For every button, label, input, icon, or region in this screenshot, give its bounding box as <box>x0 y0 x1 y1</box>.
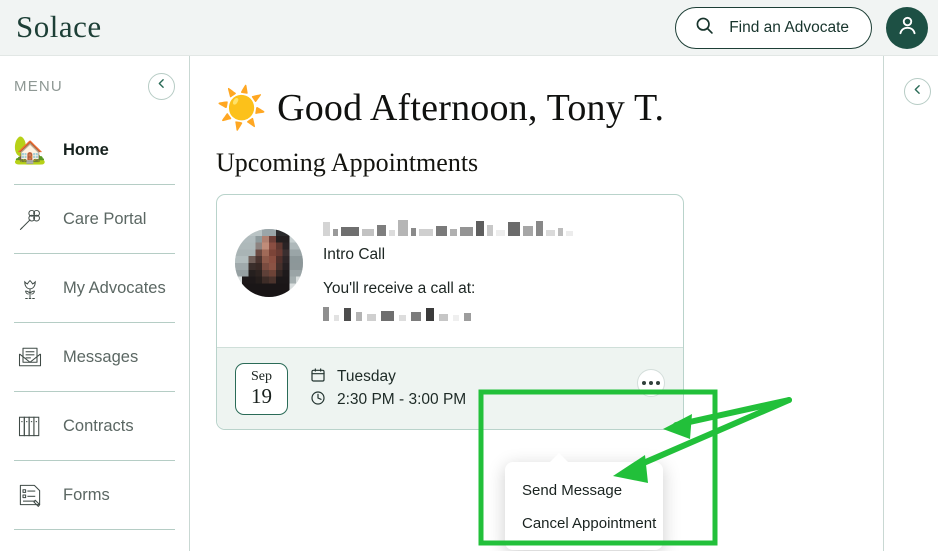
appointment-call-note: You'll receive a call at: <box>323 280 476 297</box>
appointment-type: Intro Call <box>323 246 386 263</box>
sun-icon: ☀️ <box>216 84 268 131</box>
appointment-card: Intro Call You'll receive a call at: Sep… <box>216 194 684 430</box>
calendar-icon <box>310 367 326 388</box>
house-icon: 🏡 <box>13 134 47 165</box>
chevron-left-icon <box>911 83 924 101</box>
time-row: 2:30 PM - 3:00 PM <box>310 389 466 412</box>
sidebar-item-label: Care Portal <box>63 209 147 228</box>
sidebar-item-home[interactable]: 🏡 Home <box>13 116 175 185</box>
date-month: Sep <box>251 368 272 384</box>
sidebar-item-contracts[interactable]: Contracts <box>14 392 175 461</box>
menu-item-cancel-appointment[interactable]: Cancel Appointment <box>505 507 663 540</box>
menu-caret-icon <box>549 453 569 463</box>
appointment-details: Intro Call You'll receive a call at: <box>217 195 683 347</box>
menu-item-send-message[interactable]: Send Message <box>505 474 663 507</box>
appointment-day: Tuesday <box>337 368 396 385</box>
phone-number-redacted <box>323 305 573 321</box>
top-header: Solace Find an Advocate <box>0 0 938 56</box>
appointment-text-block: Intro Call You'll receive a call at: <box>323 215 573 331</box>
day-row: Tuesday <box>310 366 466 389</box>
sidebar-item-label: Contracts <box>63 416 134 435</box>
appointment-more-button[interactable] <box>637 369 665 397</box>
appointment-time: 2:30 PM - 3:00 PM <box>337 391 467 408</box>
tulip-icon <box>14 272 46 304</box>
sidebar-item-label: Messages <box>63 347 139 366</box>
menu-label: MENU <box>14 77 63 95</box>
right-panel <box>883 56 938 551</box>
search-icon <box>694 15 715 41</box>
date-day: 19 <box>251 384 272 409</box>
find-advocate-button[interactable]: Find an Advocate <box>675 7 872 49</box>
person-icon <box>895 13 920 43</box>
sidebar-collapse-button[interactable] <box>148 72 175 100</box>
sidebar-item-care-portal[interactable]: Care Portal <box>14 185 175 254</box>
page-title: Good Afternoon, Tony T. <box>277 87 665 129</box>
sidebar-nav: MENU 🏡 Home Care Portal My Advocates Mes… <box>0 56 190 551</box>
find-advocate-label: Find an Advocate <box>729 19 849 36</box>
sidebar-item-messages[interactable]: Messages <box>14 323 175 392</box>
appointment-schedule-bar: Sep 19 Tuesday 2:30 PM - 3:00 PM <box>217 347 683 429</box>
advocate-name-redacted <box>323 217 573 236</box>
appointment-actions-menu: Send Message Cancel Appointment <box>505 453 663 550</box>
sidebar-item-label: Home <box>63 140 109 159</box>
clock-icon <box>310 390 326 411</box>
chevron-left-icon <box>155 77 168 95</box>
sidebar-item-forms[interactable]: Forms <box>14 461 175 530</box>
advocate-avatar <box>235 229 303 297</box>
books-icon <box>14 410 46 442</box>
form-icon <box>14 479 46 511</box>
solace-dashboard: Solace Find an Advocate MENU 🏡 Home Care… <box>0 0 938 551</box>
app-logo[interactable]: Solace <box>16 11 102 42</box>
flower-icon <box>14 203 46 235</box>
sidebar-header: MENU <box>14 56 175 116</box>
sidebar-item-label: Forms <box>63 485 110 504</box>
account-avatar-button[interactable] <box>886 7 928 49</box>
header-actions: Find an Advocate <box>675 0 928 56</box>
schedule-details: Tuesday 2:30 PM - 3:00 PM <box>310 366 466 412</box>
date-badge: Sep 19 <box>235 362 288 415</box>
greeting-block: ☀️ Good Afternoon, Tony T. <box>216 86 883 130</box>
sidebar-item-my-advocates[interactable]: My Advocates <box>14 254 175 323</box>
section-title-upcoming-appointments: Upcoming Appointments <box>216 148 479 177</box>
right-panel-collapse-button[interactable] <box>904 78 931 105</box>
sidebar-item-label: My Advocates <box>63 278 166 297</box>
ellipsis-icon <box>642 381 646 385</box>
envelope-icon <box>14 341 46 373</box>
